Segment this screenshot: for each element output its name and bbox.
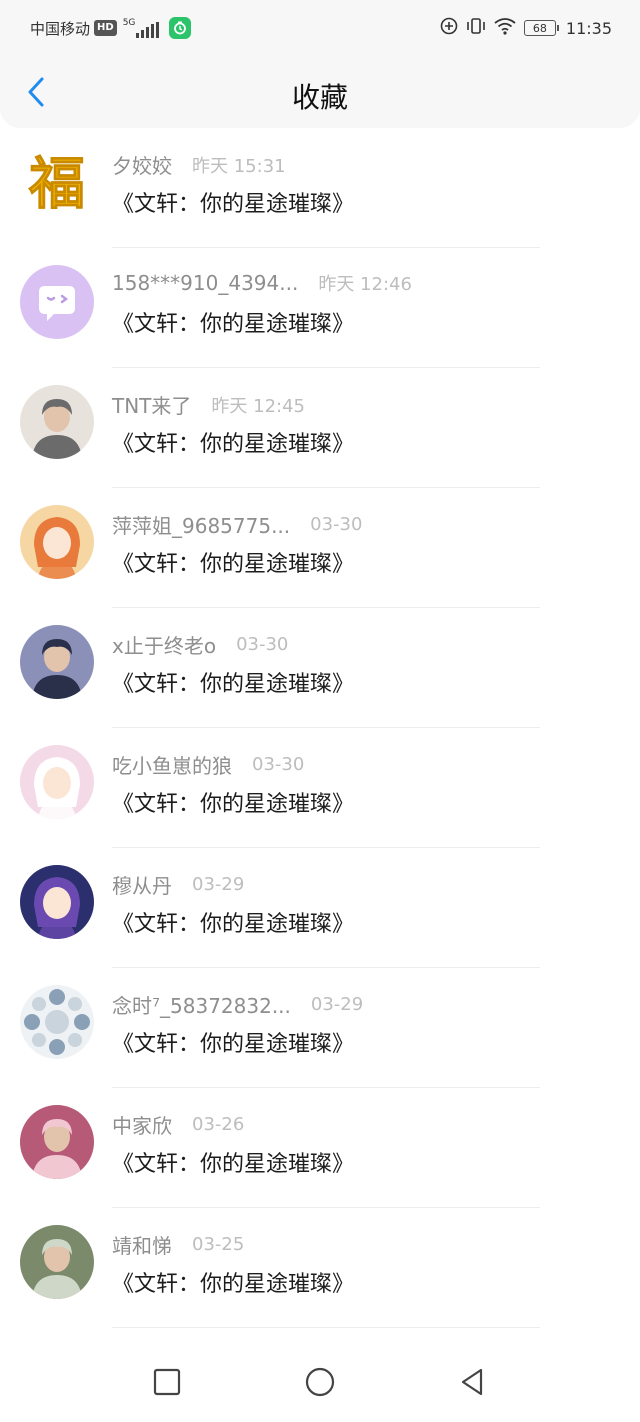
avatar[interactable]: 福 <box>20 145 94 219</box>
item-meta: 念时⁷_58372832... 03-29 <box>112 990 363 1019</box>
item-content[interactable]: 《文轩：你的星途璀璨》 <box>112 1146 354 1178</box>
list-item[interactable]: 念时⁷_58372832... 03-29 《文轩：你的星途璀璨》 <box>0 968 640 1088</box>
item-meta: x止于终老o 03-30 <box>112 630 288 659</box>
list-item[interactable]: 中家欣 03-26 《文轩：你的星途璀璨》 <box>0 1088 640 1208</box>
divider <box>112 1327 540 1328</box>
vibrate-icon <box>466 17 486 39</box>
timestamp: 03-30 <box>252 754 305 775</box>
item-meta: 158***910_4394... 昨天 12:46 <box>112 270 412 296</box>
home-button[interactable] <box>302 1364 338 1400</box>
signal-icon: 5G <box>123 18 160 38</box>
avatar[interactable] <box>20 865 94 939</box>
network-label: 5G <box>122 18 136 28</box>
list-item[interactable]: 穆从丹 03-29 《文轩：你的星途璀璨》 <box>0 848 640 968</box>
item-meta: 萍萍姐_9685775... 03-30 <box>112 510 362 539</box>
nav-back-button[interactable] <box>454 1364 490 1400</box>
avatar[interactable] <box>20 385 94 459</box>
item-meta: TNT来了 昨天 12:45 <box>112 390 305 419</box>
system-nav-bar <box>0 1340 640 1422</box>
user-name[interactable]: x止于终老o <box>112 630 216 659</box>
app-notification-icon <box>169 17 192 39</box>
timestamp: 昨天 15:31 <box>192 155 286 177</box>
item-content[interactable]: 《文轩：你的星途璀璨》 <box>112 906 354 938</box>
wifi-icon <box>494 17 516 39</box>
list-item[interactable]: x止于终老o 03-30 《文轩：你的星途璀璨》 <box>0 608 640 728</box>
status-time: 11:35 <box>565 18 612 38</box>
avatar[interactable] <box>20 1225 94 1299</box>
status-left: 中国移动 HD 5G <box>30 17 192 39</box>
user-name[interactable]: 夕姣姣 <box>112 150 172 179</box>
item-content[interactable]: 《文轩：你的星途璀璨》 <box>112 546 354 578</box>
item-meta: 中家欣 03-26 <box>112 1110 244 1139</box>
item-meta: 夕姣姣 昨天 15:31 <box>112 150 286 179</box>
avatar[interactable] <box>20 625 94 699</box>
list-item[interactable]: 吃小鱼崽的狼 03-30 《文轩：你的星途璀璨》 <box>0 728 640 848</box>
item-meta: 靖和悌 03-25 <box>112 1230 244 1259</box>
timestamp: 03-29 <box>310 994 364 1015</box>
hd-badge: HD <box>94 20 117 36</box>
recents-button[interactable] <box>149 1364 185 1400</box>
user-name[interactable]: 萍萍姐_9685775... <box>112 510 290 539</box>
favorites-list: 福夕姣姣 昨天 15:31 《文轩：你的星途璀璨》 158***910_4394...… <box>0 128 640 1328</box>
list-item[interactable]: 158***910_4394... 昨天 12:46 《文轩：你的星途璀璨》 <box>0 248 640 368</box>
battery-icon: 68 <box>523 20 559 36</box>
avatar[interactable] <box>20 265 94 339</box>
list-item[interactable]: 靖和悌 03-25 《文轩：你的星途璀璨》 <box>0 1208 640 1328</box>
item-meta: 吃小鱼崽的狼 03-30 <box>112 750 304 779</box>
user-name[interactable]: 吃小鱼崽的狼 <box>112 750 232 779</box>
timestamp: 03-25 <box>192 1234 245 1255</box>
data-saver-icon <box>440 17 458 39</box>
item-meta: 穆从丹 03-29 <box>112 870 244 899</box>
timestamp: 03-26 <box>192 1114 245 1135</box>
timestamp: 03-29 <box>192 874 245 895</box>
user-name[interactable]: 靖和悌 <box>112 1230 172 1259</box>
status-right: 68 11:35 <box>440 16 612 40</box>
page-title: 收藏 <box>291 81 348 114</box>
square-icon <box>153 1368 181 1396</box>
item-content[interactable]: 《文轩：你的星途璀璨》 <box>112 786 354 818</box>
item-content[interactable]: 《文轩：你的星途璀璨》 <box>112 666 354 698</box>
user-name[interactable]: TNT来了 <box>112 390 191 419</box>
user-name[interactable]: 穆从丹 <box>112 870 172 899</box>
user-name[interactable]: 158***910_4394... <box>112 271 298 295</box>
timestamp: 03-30 <box>236 634 289 655</box>
avatar[interactable] <box>20 1105 94 1179</box>
user-name[interactable]: 念时⁷_58372832... <box>112 990 291 1019</box>
carrier-label: 中国移动 <box>30 19 91 38</box>
item-content[interactable]: 《文轩：你的星途璀璨》 <box>112 1266 354 1298</box>
status-bar: 中国移动 HD 5G 68 11:35 <box>0 0 640 56</box>
svg-text:福: 福 <box>28 151 85 217</box>
item-content[interactable]: 《文轩：你的星途璀璨》 <box>112 1026 354 1058</box>
item-content[interactable]: 《文轩：你的星途璀璨》 <box>112 186 354 218</box>
avatar[interactable] <box>20 745 94 819</box>
battery-level: 68 <box>532 21 547 35</box>
list-item[interactable]: TNT来了 昨天 12:45 《文轩：你的星途璀璨》 <box>0 368 640 488</box>
timestamp: 昨天 12:46 <box>318 274 412 295</box>
circle-icon <box>305 1367 335 1397</box>
triangle-back-icon <box>461 1368 483 1396</box>
item-content[interactable]: 《文轩：你的星途璀璨》 <box>112 426 354 458</box>
avatar[interactable] <box>20 985 94 1059</box>
user-name[interactable]: 中家欣 <box>112 1110 172 1139</box>
avatar[interactable] <box>20 505 94 579</box>
timestamp: 03-30 <box>310 514 363 535</box>
list-item[interactable]: 福夕姣姣 昨天 15:31 《文轩：你的星途璀璨》 <box>0 128 640 248</box>
item-content[interactable]: 《文轩：你的星途璀璨》 <box>112 306 354 338</box>
list-item[interactable]: 萍萍姐_9685775... 03-30 《文轩：你的星途璀璨》 <box>0 488 640 608</box>
timestamp: 昨天 12:45 <box>211 395 306 417</box>
header-bar: 收藏 <box>0 56 640 128</box>
